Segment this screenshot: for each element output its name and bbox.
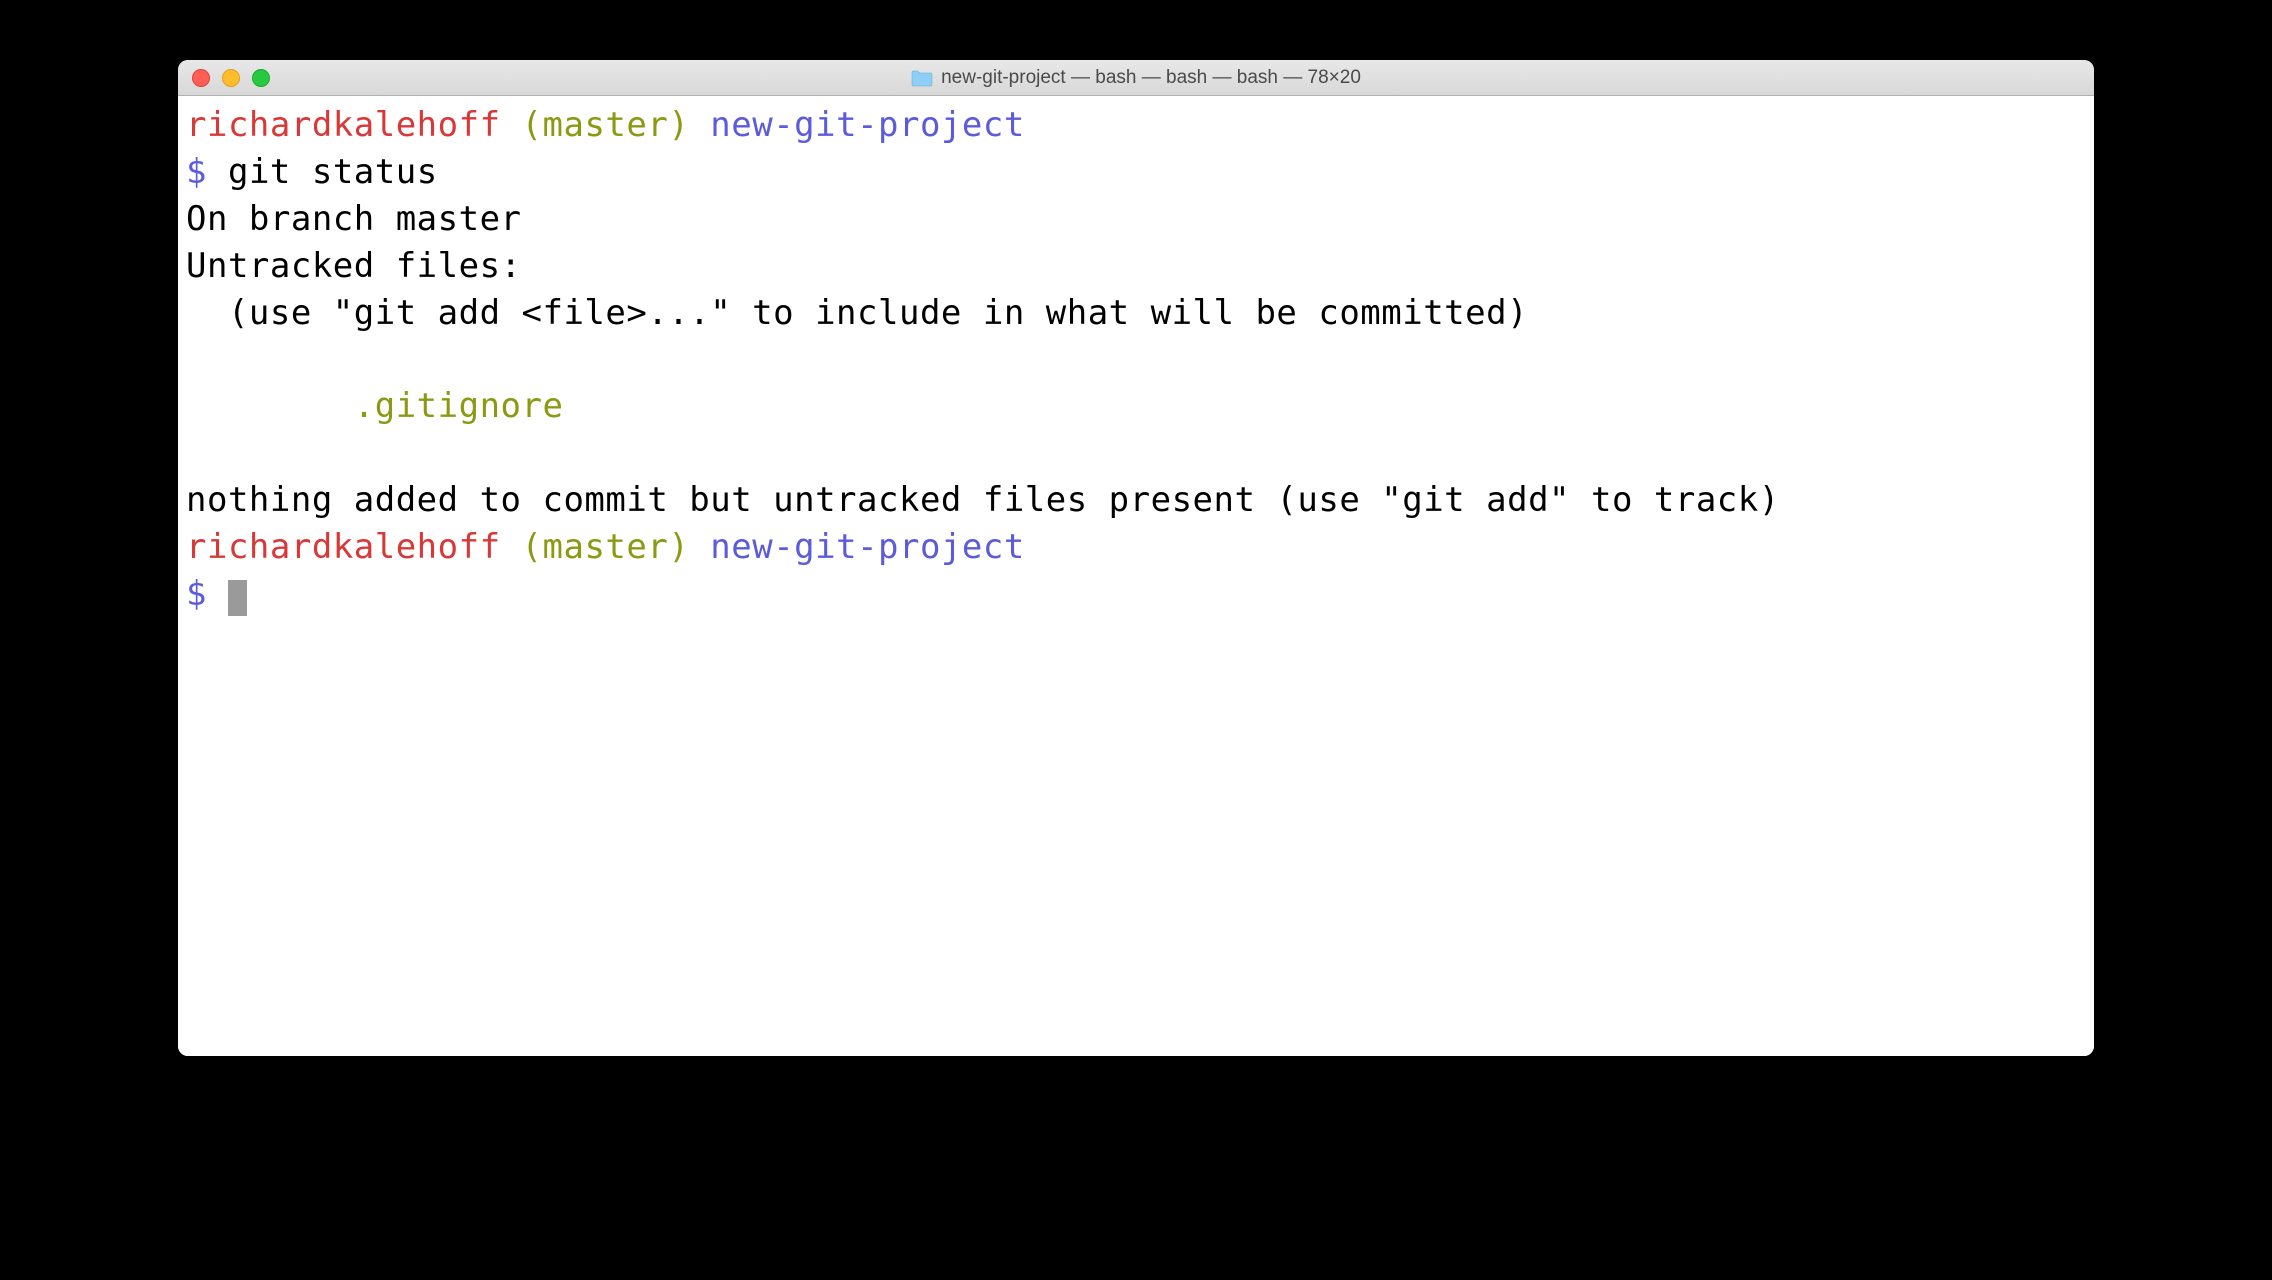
minimize-button[interactable] [222,69,240,87]
prompt-line-2: richardkalehoff (master) new-git-project [186,527,1025,567]
close-button[interactable] [192,69,210,87]
prompt-line-1: richardkalehoff (master) new-git-project [186,105,1025,145]
output-summary: nothing added to commit but untracked fi… [186,480,1780,520]
prompt-dir: new-git-project [710,105,1025,145]
prompt-symbol: $ [186,152,207,192]
output-line: (use "git add <file>..." to include in w… [186,293,1528,333]
prompt-command-line: $ git status [186,152,438,192]
titlebar: new-git-project — bash — bash — bash — 7… [178,60,2094,96]
prompt-symbol: $ [186,574,207,614]
title-content: new-git-project — bash — bash — bash — 7… [178,67,2094,89]
untracked-file: .gitignore [186,386,563,426]
zoom-button[interactable] [252,69,270,87]
output-line: On branch master [186,199,522,239]
terminal-window: new-git-project — bash — bash — bash — 7… [178,60,2094,1056]
prompt-branch: (master) [522,105,690,145]
prompt-dir: new-git-project [710,527,1025,567]
window-title: new-git-project — bash — bash — bash — 7… [941,67,1361,89]
prompt-user: richardkalehoff [186,527,501,567]
terminal-body[interactable]: richardkalehoff (master) new-git-project… [178,96,2094,1056]
prompt-ready-line: $ [186,574,247,614]
output-line: Untracked files: [186,246,522,286]
cursor [228,580,247,616]
folder-icon [911,69,933,87]
prompt-branch: (master) [522,527,690,567]
command-text: git status [228,152,438,192]
prompt-user: richardkalehoff [186,105,501,145]
traffic-lights [192,69,270,87]
